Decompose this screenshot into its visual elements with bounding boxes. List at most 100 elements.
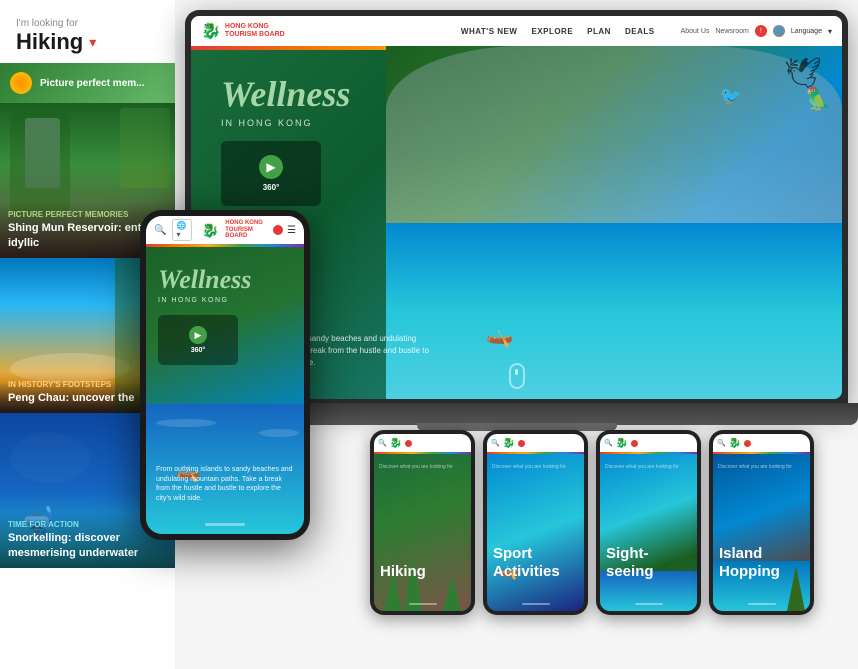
logo-text: HONG KONGTOURISM BOARD xyxy=(225,23,285,38)
mini-nav: 🔍 🐉 xyxy=(487,434,584,452)
seagull-icon: 🐦 xyxy=(720,86,742,107)
alert-icon: ! xyxy=(755,25,767,37)
sidebar-header: I'm looking for Hiking ▾ xyxy=(0,0,175,63)
mini-stripe xyxy=(713,452,810,454)
mini-phone-island-hopping[interactable]: 🔍 🐉 Discover what you are looking for Is… xyxy=(709,430,814,615)
mini-tag-sightseeing: Discover what you are looking for xyxy=(605,464,692,470)
mini-phone-screen: 🔍 🐉 🛶 Discover what you are looking for … xyxy=(487,434,584,611)
mini-phone-screen: 🔍 🐉 Discover what you are looking for Is… xyxy=(713,434,810,611)
mini-title-hiking: Hiking xyxy=(380,563,465,581)
mini-logo-icon: 🐉 xyxy=(390,438,402,449)
laptop-hero-subtitle: IN HONG KONG xyxy=(221,118,313,128)
mini-phone-screen: 🔍 🐉 Discover what you are looking for Hi… xyxy=(374,434,471,611)
phone-hero-subtitle: IN HONG KONG xyxy=(158,297,229,304)
scroll-dot xyxy=(515,369,518,375)
mini-logo-icon: 🐉 xyxy=(503,438,515,449)
phone-hero: Wellness IN HONG KONG ▶ 360° 🛶 From outl… xyxy=(146,247,304,534)
phone-body: 🔍 🌐▾ 🐉 HONG KONGTOURISM BOARD ☰ Wellness… xyxy=(140,210,310,540)
butterfly-icon xyxy=(10,72,32,94)
mini-phone-body: 🔍 🐉 Discover what you are looking for Is… xyxy=(709,430,814,615)
laptop-360-button[interactable]: ▶ 360° xyxy=(221,141,321,206)
mini-stripe xyxy=(487,452,584,454)
chevron-down-icon[interactable]: ▾ xyxy=(89,34,96,51)
mini-search-icon: 🔍 xyxy=(491,439,500,447)
mini-nav-right xyxy=(405,440,412,447)
nav-deals[interactable]: DEALS xyxy=(625,27,655,36)
mini-nav: 🔍 🐉 xyxy=(713,434,810,452)
nav-plan[interactable]: PLAN xyxy=(587,27,611,36)
phone-nav-right: ☰ xyxy=(273,225,296,236)
mini-nav-right xyxy=(518,440,525,447)
kayak-icon: 🛶 xyxy=(486,323,513,349)
mini-nav-right xyxy=(744,440,751,447)
hktb-logo-phone: 🐉 xyxy=(202,222,219,239)
play-icon-phone: ▶ xyxy=(189,326,207,344)
alert-icon-phone xyxy=(273,225,283,235)
dragon-icon: 🐉 xyxy=(201,21,221,41)
phone-360-button[interactable]: ▶ 360° xyxy=(158,315,238,365)
mini-phone-body: 🔍 🐉 🛶 Discover what you are looking for … xyxy=(483,430,588,615)
scroll-indicator xyxy=(509,363,525,389)
mini-nav: 🔍 🐉 xyxy=(600,434,697,452)
wave-2 xyxy=(259,429,299,437)
bottom-phone-cards: 🔍 🐉 Discover what you are looking for Hi… xyxy=(370,430,850,650)
phone-screen: 🔍 🌐▾ 🐉 HONG KONGTOURISM BOARD ☰ Wellness… xyxy=(146,216,304,534)
mini-title-sightseeing: Sight-seeing xyxy=(606,545,691,581)
mini-search-icon: 🔍 xyxy=(378,439,387,447)
360-label-phone: 360° xyxy=(191,347,205,354)
mini-phone-hiking[interactable]: 🔍 🐉 Discover what you are looking for Hi… xyxy=(370,430,475,615)
sidebar-banner-text: Picture perfect mem... xyxy=(40,78,144,89)
laptop-wellness-title: Wellness xyxy=(221,76,350,112)
mini-alert xyxy=(631,440,638,447)
mini-nav-right xyxy=(631,440,638,447)
menu-icon[interactable]: ☰ xyxy=(287,225,296,236)
globe-button[interactable]: 🌐▾ xyxy=(172,219,191,241)
mini-title-island: Island Hopping xyxy=(719,545,804,581)
parrot-icon: 🦜 xyxy=(805,86,832,112)
mini-search-icon: 🔍 xyxy=(717,439,726,447)
play-icon: ▶ xyxy=(259,155,283,179)
mini-tag-sport: Discover what you are looking for xyxy=(492,464,579,470)
mini-nav: 🔍 🐉 xyxy=(374,434,471,452)
mini-phone-sightseeing[interactable]: 🔍 🐉 Discover what you are looking for Si… xyxy=(596,430,701,615)
phone-wellness-title: Wellness xyxy=(158,267,251,293)
mini-logo-icon: 🐉 xyxy=(729,438,741,449)
mini-phone-body: 🔍 🐉 Discover what you are looking for Si… xyxy=(596,430,701,615)
sidebar-category[interactable]: Hiking xyxy=(16,29,83,55)
mini-alert xyxy=(518,440,525,447)
mini-hero-island: Discover what you are looking for Island… xyxy=(713,454,810,611)
hero-bg: 🕊 🛶 🦜 🐦 xyxy=(386,46,842,399)
tree-3 xyxy=(443,576,461,611)
mini-phone-sport[interactable]: 🔍 🐉 🛶 Discover what you are looking for … xyxy=(483,430,588,615)
mini-tag-hiking: Discover what you are looking for xyxy=(379,464,466,470)
mini-hero-sightseeing: Discover what you are looking for Sight-… xyxy=(600,454,697,611)
bubble xyxy=(10,433,90,483)
newsroom-link[interactable]: Newsroom xyxy=(715,28,748,35)
about-us-link[interactable]: About Us xyxy=(681,28,710,35)
mini-stripe xyxy=(600,452,697,454)
phone-display: 🔍 🌐▾ 🐉 HONG KONGTOURISM BOARD ☰ Wellness… xyxy=(140,210,310,540)
mini-logo-icon: 🐉 xyxy=(616,438,628,449)
laptop-nav-links: WHAT'S NEW EXPLORE PLAN DEALS xyxy=(461,27,655,36)
language-button[interactable]: Language xyxy=(791,28,822,35)
mini-home-bar xyxy=(635,603,663,605)
phone-logo-text: HONG KONGTOURISM BOARD xyxy=(225,220,267,240)
sidebar-looking-for-label: I'm looking for xyxy=(16,18,159,29)
nav-explore[interactable]: EXPLORE xyxy=(531,27,573,36)
flag-icon: 🌐 xyxy=(773,25,785,37)
water-bg xyxy=(386,223,842,400)
laptop-nav: 🐉 HONG KONGTOURISM BOARD WHAT'S NEW EXPL… xyxy=(191,16,842,46)
foliage-decoration xyxy=(10,113,70,213)
mini-home-bar xyxy=(409,603,437,605)
nav-whats-new[interactable]: WHAT'S NEW xyxy=(461,27,518,36)
mini-home-bar xyxy=(522,603,550,605)
search-icon[interactable]: 🔍 xyxy=(154,225,166,236)
mini-home-bar xyxy=(748,603,776,605)
360-label: 360° xyxy=(263,183,280,192)
mini-phone-screen: 🔍 🐉 Discover what you are looking for Si… xyxy=(600,434,697,611)
mini-phone-body: 🔍 🐉 Discover what you are looking for Hi… xyxy=(370,430,475,615)
mini-alert xyxy=(405,440,412,447)
sidebar-banner[interactable]: Picture perfect mem... xyxy=(0,63,175,103)
tree-decoration xyxy=(120,108,170,188)
mini-search-icon: 🔍 xyxy=(604,439,613,447)
